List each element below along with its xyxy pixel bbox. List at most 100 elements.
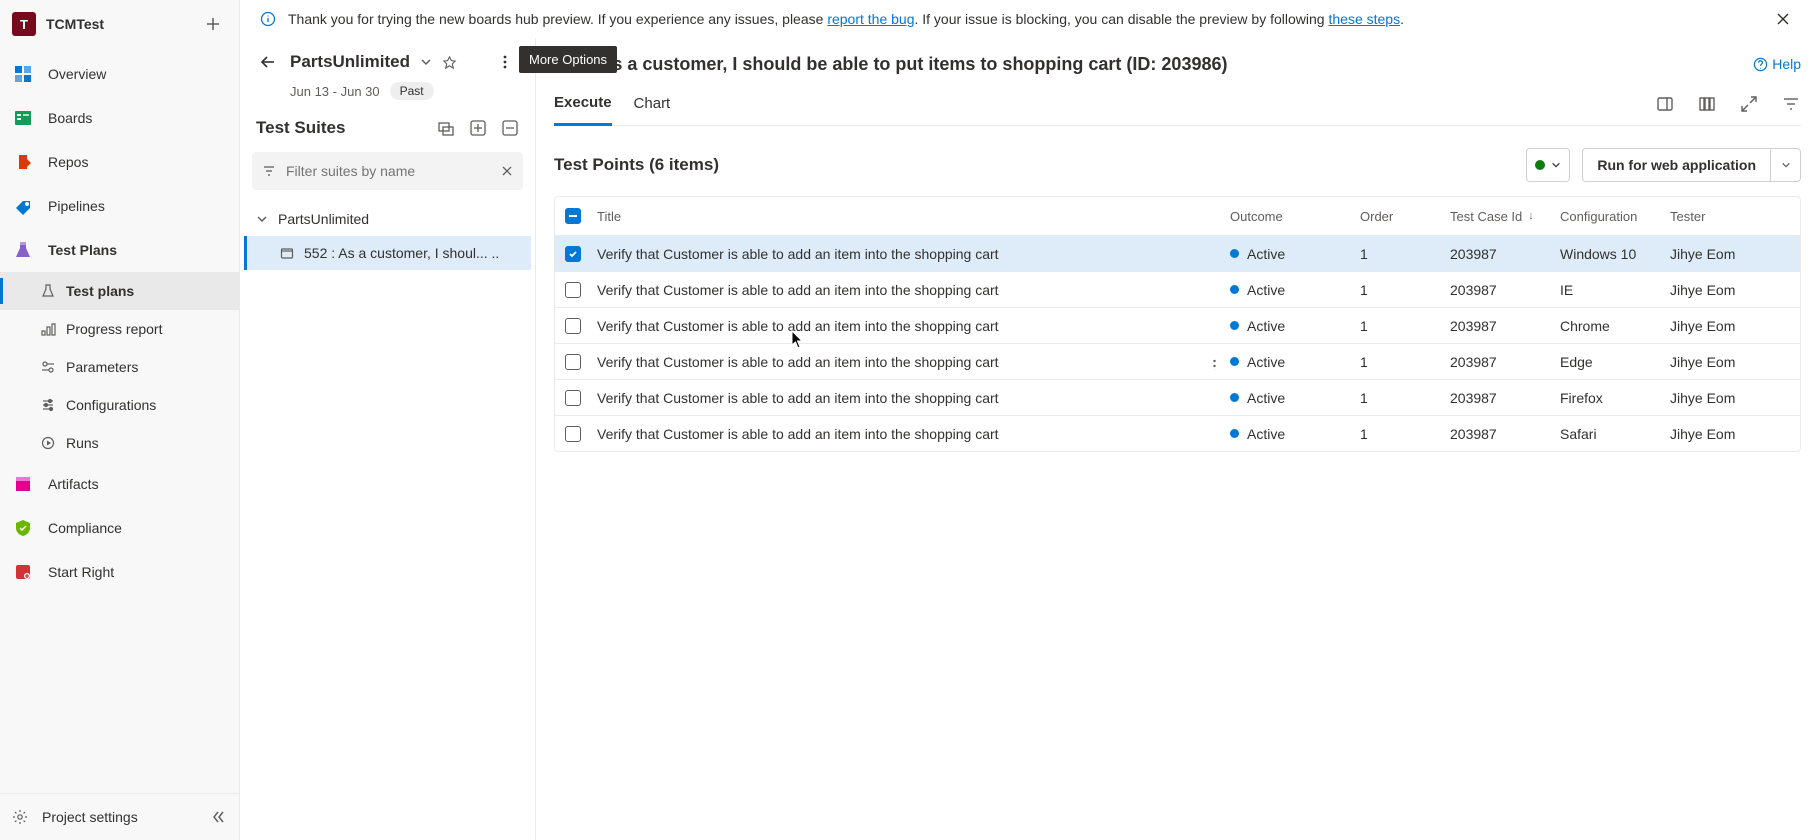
fullscreen-icon[interactable] <box>1739 94 1759 114</box>
col-header-tester[interactable]: Tester <box>1670 209 1790 224</box>
progress-icon <box>40 321 56 337</box>
row-checkbox[interactable] <box>565 246 581 262</box>
delete-suite-icon[interactable] <box>501 119 519 137</box>
sidebar-subitem-testplans[interactable]: Test plans <box>0 272 239 310</box>
sidebar-label-compliance: Compliance <box>48 520 122 536</box>
back-button[interactable] <box>256 50 280 74</box>
tab-execute[interactable]: Execute <box>554 82 612 126</box>
sidebar-item-boards[interactable]: Boards <box>0 96 239 140</box>
artifacts-icon <box>12 473 34 495</box>
tree-row-suite-552[interactable]: 552 : As a customer, I shoul... .. <box>244 236 531 270</box>
sidebar-subitem-configurations[interactable]: Configurations <box>0 386 239 424</box>
cell-title: Verify that Customer is able to add an i… <box>597 390 1230 406</box>
configurations-icon <box>40 397 56 413</box>
plan-more-button[interactable]: More Options <box>491 48 519 76</box>
table-row[interactable]: Verify that Customer is able to add an i… <box>555 343 1800 379</box>
cell-tcid: 203987 <box>1450 318 1560 334</box>
cell-tester: Jihye Eom <box>1670 246 1790 262</box>
filter-suites-box[interactable] <box>252 152 523 190</box>
cell-order: 1 <box>1360 318 1450 334</box>
plan-date-range: Jun 13 - Jun 30 <box>290 84 380 99</box>
row-checkbox[interactable] <box>565 390 581 406</box>
plan-chevron-icon[interactable] <box>420 56 432 68</box>
collapse-sidebar-button[interactable] <box>207 806 229 828</box>
green-dot-icon <box>1535 160 1545 170</box>
sidebar-item-compliance[interactable]: Compliance <box>0 506 239 550</box>
cell-config: IE <box>1560 282 1670 298</box>
cell-outcome: Active <box>1230 282 1360 298</box>
sidebar-sublabel-parameters: Parameters <box>66 359 138 375</box>
sidebar-subitem-progress[interactable]: Progress report <box>0 310 239 348</box>
help-label: Help <box>1772 56 1801 72</box>
cell-title: Verify that Customer is able to add an i… <box>597 354 1230 370</box>
info-banner: Thank you for trying the new boards hub … <box>240 0 1819 38</box>
filter-toggle-icon[interactable] <box>1781 94 1801 114</box>
boards-icon <box>12 107 34 129</box>
table-row[interactable]: Verify that Customer is able to add an i… <box>555 235 1800 271</box>
sidebar-subitem-parameters[interactable]: Parameters <box>0 348 239 386</box>
row-checkbox[interactable] <box>565 318 581 334</box>
sidebar-item-repos[interactable]: Repos <box>0 140 239 184</box>
sidebar-label-artifacts: Artifacts <box>48 476 99 492</box>
close-banner-button[interactable] <box>1767 3 1799 35</box>
sidebar-item-project-settings[interactable]: Project settings <box>0 794 239 840</box>
disable-steps-link[interactable]: these steps <box>1328 11 1400 27</box>
col-header-title[interactable]: Title <box>597 209 1230 224</box>
expand-suites-icon[interactable] <box>437 119 455 137</box>
tab-chart[interactable]: Chart <box>634 82 671 126</box>
cell-order: 1 <box>1360 390 1450 406</box>
plan-name[interactable]: PartsUnlimited <box>290 52 410 72</box>
row-checkbox[interactable] <box>565 426 581 442</box>
clear-filter-button[interactable] <box>501 165 513 177</box>
report-bug-link[interactable]: report the bug <box>827 11 914 27</box>
suites-title: Test Suites <box>256 118 427 138</box>
cell-tcid: 203987 <box>1450 354 1560 370</box>
suites-tree: PartsUnlimited 552 : As a customer, I sh… <box>240 200 535 272</box>
sidebar-item-artifacts[interactable]: Artifacts <box>0 462 239 506</box>
sidebar-sublabel-testplans: Test plans <box>66 283 134 299</box>
col-header-config[interactable]: Configuration <box>1560 209 1670 224</box>
table-row[interactable]: Verify that Customer is able to add an i… <box>555 307 1800 343</box>
tree-row-root[interactable]: PartsUnlimited <box>244 202 531 236</box>
chevron-down-icon[interactable] <box>256 213 270 225</box>
select-all-checkbox[interactable] <box>565 208 581 224</box>
outcome-filter-dropdown[interactable] <box>1526 148 1570 182</box>
sidebar-subitem-runs[interactable]: Runs <box>0 424 239 462</box>
new-project-button[interactable] <box>199 10 227 38</box>
sidebar-item-overview[interactable]: Overview <box>0 52 239 96</box>
project-name: TCMTest <box>46 16 189 32</box>
row-checkbox[interactable] <box>565 354 581 370</box>
cell-outcome: Active <box>1230 426 1360 442</box>
cell-tcid: 203987 <box>1450 426 1560 442</box>
col-header-tcid[interactable]: Test Case Id ↓ <box>1450 209 1560 224</box>
table-row[interactable]: Verify that Customer is able to add an i… <box>555 415 1800 451</box>
cell-outcome: Active <box>1230 390 1360 406</box>
cell-tester: Jihye Eom <box>1670 390 1790 406</box>
run-button: Run for web application <box>1582 148 1801 182</box>
columns-icon[interactable] <box>1697 94 1717 114</box>
row-checkbox[interactable] <box>565 282 581 298</box>
sidebar-item-startright[interactable]: Start Right <box>0 550 239 594</box>
col-header-tcid-label: Test Case Id <box>1450 209 1522 224</box>
filter-suites-input[interactable] <box>286 163 491 179</box>
table-row[interactable]: Verify that Customer is able to add an i… <box>555 379 1800 415</box>
plan-status-badge: Past <box>390 82 434 100</box>
status-dot-icon <box>1230 249 1239 258</box>
add-suite-icon[interactable] <box>469 119 487 137</box>
detail-pane: 552 : As a customer, I should be able to… <box>536 38 1819 840</box>
favorite-icon[interactable] <box>442 55 457 70</box>
run-button-split[interactable] <box>1770 149 1800 181</box>
side-panel-icon[interactable] <box>1655 94 1675 114</box>
table-row[interactable]: Verify that Customer is able to add an i… <box>555 271 1800 307</box>
col-header-outcome[interactable]: Outcome <box>1230 209 1360 224</box>
status-dot-icon <box>1230 357 1239 366</box>
run-button-label[interactable]: Run for web application <box>1583 157 1770 173</box>
help-link[interactable]: Help <box>1753 56 1801 72</box>
sidebar-item-testplans[interactable]: Test Plans <box>0 228 239 272</box>
cell-tester: Jihye Eom <box>1670 282 1790 298</box>
sidebar-item-pipelines[interactable]: Pipelines <box>0 184 239 228</box>
row-more-button[interactable] <box>1204 356 1224 370</box>
project-header[interactable]: T TCMTest <box>0 0 239 48</box>
col-header-order[interactable]: Order <box>1360 209 1450 224</box>
sidebar-sublabel-configurations: Configurations <box>66 397 156 413</box>
